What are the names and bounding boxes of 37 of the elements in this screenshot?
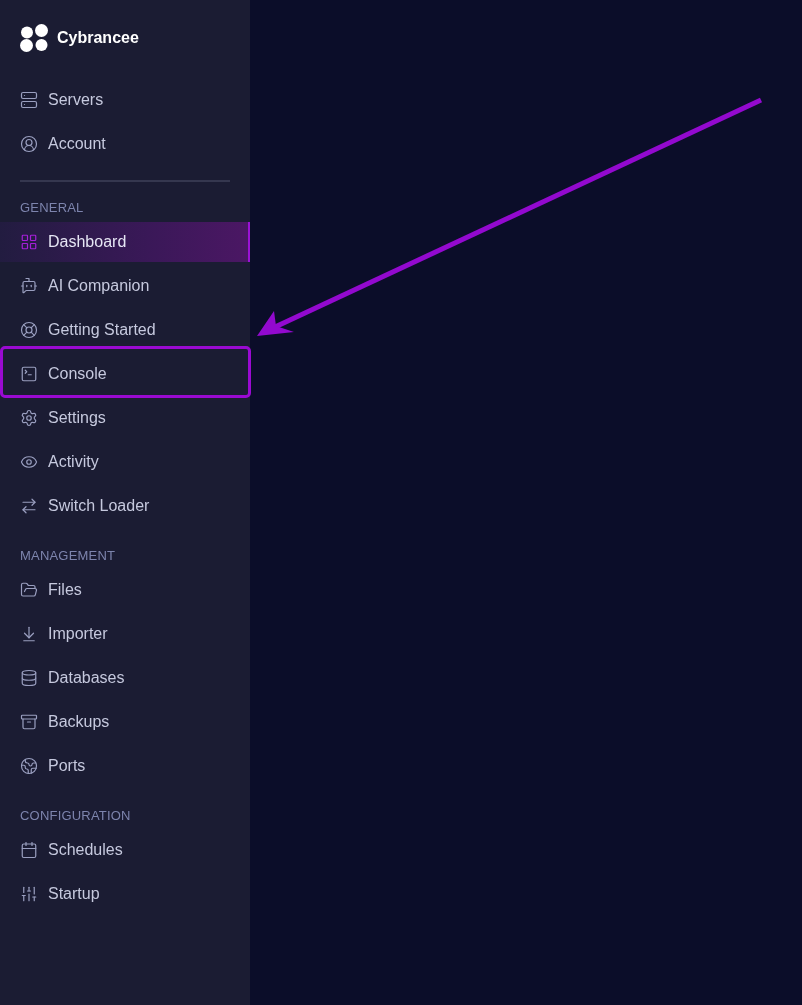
lifebuoy-icon — [20, 321, 38, 339]
nav-item[interactable]: Files — [0, 570, 250, 610]
nav-item[interactable]: Getting Started — [0, 310, 250, 350]
logo-icon — [20, 24, 48, 52]
swap-arrows-icon — [20, 497, 38, 515]
nav-item[interactable]: Databases — [0, 658, 250, 698]
brand-name: Cybrancee — [57, 29, 139, 47]
section-heading: GENERAL — [20, 200, 85, 216]
server-icon — [20, 91, 38, 109]
section-heading: MANAGEMENT — [20, 548, 117, 564]
eye-icon — [20, 453, 38, 471]
nav-item[interactable]: Startup — [0, 874, 250, 914]
nav-item[interactable]: Activity — [0, 442, 250, 482]
user-circle-icon — [20, 135, 38, 153]
nav-item[interactable]: AI Companion — [0, 266, 250, 306]
terminal-icon — [20, 365, 38, 383]
folder-icon — [20, 581, 38, 599]
nav-item[interactable]: Servers — [0, 80, 250, 120]
archive-icon — [20, 713, 38, 731]
download-icon — [20, 625, 38, 643]
nav-item[interactable]: Switch Loader — [0, 486, 250, 526]
section-heading: CONFIGURATION — [20, 808, 132, 824]
settings-icon — [20, 409, 38, 427]
nav-item[interactable]: Dashboard — [0, 222, 250, 262]
grid-icon — [20, 233, 38, 251]
nav-item[interactable]: Settings — [0, 398, 250, 438]
nav-item[interactable]: Account — [0, 124, 250, 164]
nav-item[interactable]: Backups — [0, 702, 250, 742]
nav-item[interactable]: Importer — [0, 614, 250, 654]
calendar-icon — [20, 841, 38, 859]
nav-item[interactable]: Ports — [0, 746, 250, 786]
nav-item[interactable]: Schedules — [0, 830, 250, 870]
nav-item[interactable]: Console — [0, 354, 250, 394]
bot-icon — [20, 277, 38, 295]
globe-icon — [20, 757, 38, 775]
database-icon — [20, 669, 38, 687]
sliders-icon — [20, 885, 38, 903]
